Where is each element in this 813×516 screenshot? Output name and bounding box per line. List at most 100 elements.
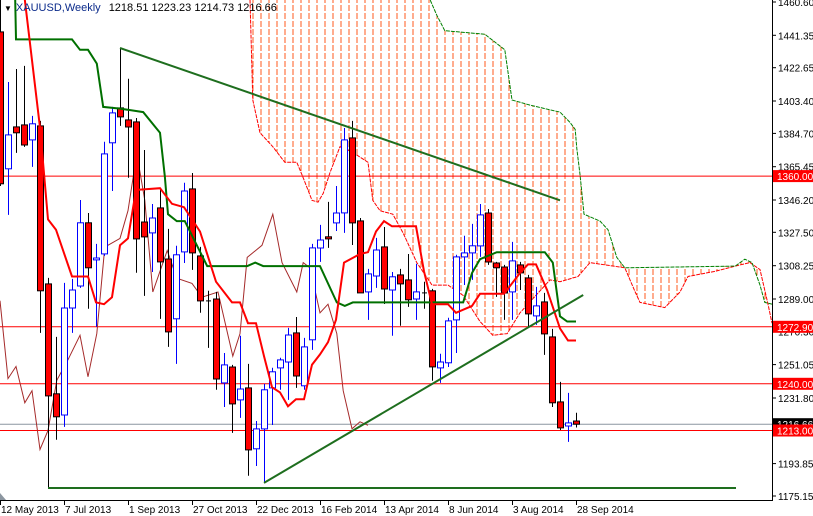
candle <box>69 278 76 333</box>
candle-body <box>229 366 236 405</box>
scroll-corner-icon[interactable] <box>0 493 6 500</box>
candle <box>157 188 164 319</box>
price-tick-label: 1422.65 <box>778 64 813 75</box>
candle-body <box>333 212 340 224</box>
candle-body <box>141 221 148 238</box>
price-tick-label: 1231.80 <box>778 394 813 405</box>
candle <box>301 337 308 390</box>
candle <box>213 291 220 390</box>
price-tick-label: 1308.25 <box>778 262 813 273</box>
candle-body <box>445 320 452 364</box>
candle-body <box>549 336 556 404</box>
candle <box>5 82 12 215</box>
time-tick-label: 28 Sep 2014 <box>577 505 634 516</box>
candle-body <box>261 389 268 430</box>
candle <box>365 268 372 320</box>
price-tick-label: 1403.40 <box>778 97 813 108</box>
time-axis: 12 May 2013 7 Jul 2013 1 Sep 2013 27 Oct 20… <box>0 500 634 516</box>
candle-body <box>237 388 244 401</box>
candle-body <box>557 401 564 429</box>
level-price-label: 1213.00 <box>777 427 813 438</box>
candle <box>117 48 124 126</box>
candle-body <box>125 119 132 128</box>
candle <box>445 317 452 367</box>
candle-body <box>69 289 76 309</box>
candle <box>549 328 556 407</box>
candle <box>21 65 28 147</box>
candle-body <box>285 334 292 363</box>
candle <box>101 141 108 256</box>
candle <box>573 412 580 428</box>
candle <box>381 227 388 304</box>
time-tick-label: 3 Aug 2014 <box>513 505 564 516</box>
plot-area <box>0 0 772 489</box>
candle <box>29 115 36 167</box>
time-tick-label: 27 Oct 2013 <box>193 505 248 516</box>
candle-body <box>565 422 572 427</box>
candle-body <box>197 255 204 302</box>
candle-body <box>325 236 332 240</box>
candle <box>277 357 284 390</box>
candle-body <box>213 298 220 380</box>
chart-title: ▼ XAUUSD,Weekly 1218.51 1223.23 1214.73 12… <box>4 2 277 14</box>
time-tick-label: 1 Sep 2013 <box>129 505 181 516</box>
candle <box>85 213 92 309</box>
candle <box>173 245 180 364</box>
candle <box>285 327 292 400</box>
candle-body <box>85 222 92 269</box>
candle-body <box>301 346 308 387</box>
candle <box>341 128 348 233</box>
triangle-down-icon[interactable]: ▼ <box>4 4 12 13</box>
candle-body <box>61 307 68 416</box>
candle-body <box>365 273 372 293</box>
candle <box>397 268 404 326</box>
level-price-label: 1272.90 <box>777 323 813 334</box>
candle-body <box>53 393 60 418</box>
time-tick-label: 12 May 2013 <box>1 505 59 516</box>
candle <box>389 272 396 336</box>
candle <box>253 421 260 466</box>
candle-body <box>21 124 28 146</box>
level-price-label: 1240.00 <box>777 380 813 391</box>
candle-body <box>173 254 180 320</box>
candle-body <box>277 359 284 369</box>
candle-body <box>253 428 260 450</box>
candle-body <box>341 139 348 214</box>
candle <box>261 383 268 483</box>
candle-body <box>149 217 156 234</box>
candle-body <box>133 121 140 240</box>
candle <box>165 228 172 347</box>
candle <box>245 363 252 476</box>
candle <box>325 201 332 248</box>
price-chart[interactable]: 1460.601441.351422.651403.401384.701365.… <box>0 0 813 516</box>
candle-body <box>389 276 396 291</box>
candle-body <box>413 291 420 300</box>
candle-body <box>573 420 580 425</box>
candle-body <box>525 277 532 315</box>
price-tick-label: 1460.60 <box>778 0 813 9</box>
candle-body <box>373 249 380 277</box>
candle-body <box>317 239 324 249</box>
candle <box>565 392 572 442</box>
candle <box>141 150 148 296</box>
candle <box>206 290 211 348</box>
candle-body <box>245 387 252 451</box>
price-tick-label: 1441.35 <box>778 31 813 42</box>
candle-body <box>293 332 300 377</box>
candle-body <box>469 245 476 254</box>
candle <box>525 274 532 327</box>
candle <box>309 243 316 350</box>
candle-body <box>109 112 116 144</box>
candle-body <box>221 364 228 384</box>
candle-body <box>437 361 444 369</box>
candle-body <box>461 252 468 258</box>
candle <box>77 200 84 288</box>
candle <box>453 254 460 353</box>
time-tick-label: 13 Apr 2014 <box>385 505 439 516</box>
candle-body <box>533 305 540 317</box>
candle-body <box>493 262 500 269</box>
candle <box>229 364 236 433</box>
candle-body <box>101 153 108 255</box>
candle-body <box>357 220 364 294</box>
candle-body <box>405 279 412 301</box>
